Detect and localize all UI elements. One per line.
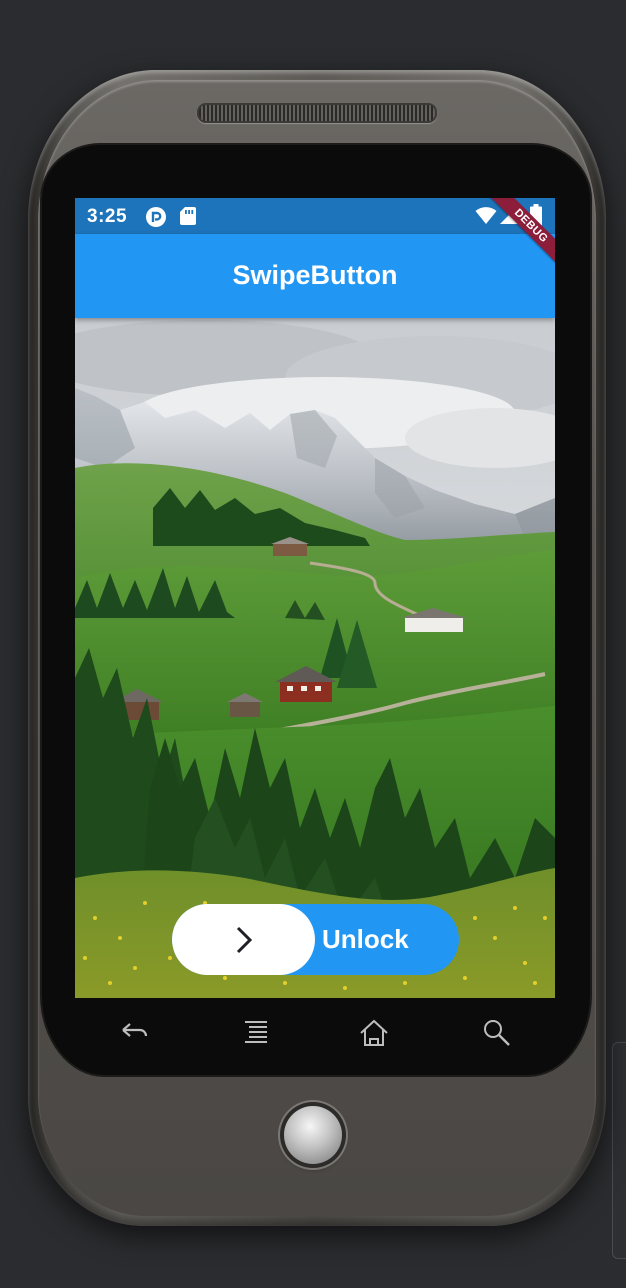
earpiece-speaker: [197, 103, 437, 123]
emulator-side-tab[interactable]: [612, 1042, 626, 1259]
menu-icon[interactable]: [242, 1018, 270, 1051]
app-bar-title: SwipeButton: [232, 260, 398, 290]
trackball-button[interactable]: [284, 1106, 342, 1164]
back-icon[interactable]: [120, 1018, 150, 1051]
phone-device-frame: 3:25 SwipeButton DEBUG Unlock: [28, 70, 606, 1226]
app-bar: SwipeButton: [75, 234, 555, 318]
device-screen: 3:25 SwipeButton DEBUG Unlock: [75, 198, 555, 998]
wifi-icon: [475, 207, 497, 230]
swipe-button-label: Unlock: [322, 924, 409, 954]
swipe-button[interactable]: Unlock: [172, 904, 459, 975]
home-icon[interactable]: [359, 1018, 389, 1053]
pocket-casts-icon: [145, 206, 167, 233]
swipe-knob[interactable]: [172, 904, 315, 975]
search-icon[interactable]: [482, 1018, 512, 1053]
sd-card-icon: [179, 206, 197, 231]
chevron-right-icon: [236, 926, 253, 954]
status-bar: 3:25: [75, 198, 555, 234]
background-image: [75, 318, 555, 998]
emulator-stage: 3:25 SwipeButton DEBUG Unlock: [0, 0, 626, 1288]
status-time: 3:25: [87, 206, 128, 227]
